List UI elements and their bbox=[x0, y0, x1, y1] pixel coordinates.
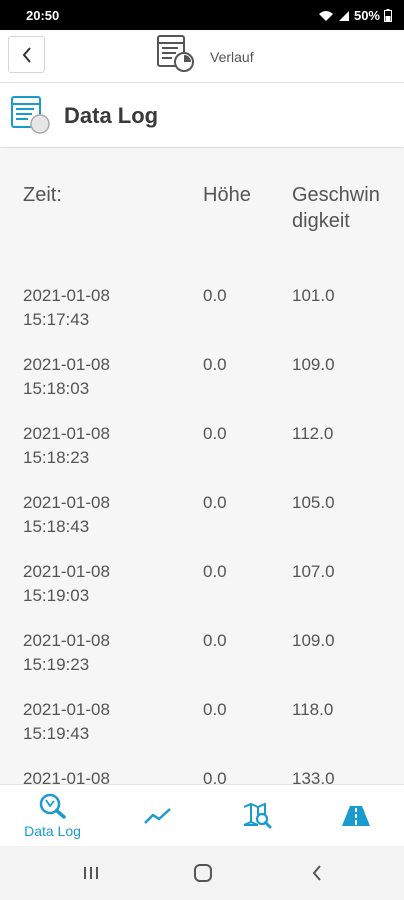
row-time: 15:18:23 bbox=[23, 448, 90, 467]
nav-item-road[interactable] bbox=[305, 785, 404, 847]
row-timestamp: 2021-01-08 15:18:43 bbox=[23, 491, 183, 539]
wifi-icon bbox=[318, 10, 333, 21]
row-timestamp: 2021-01-08 15:19:43 bbox=[23, 698, 183, 746]
row-date: 2021-01-08 bbox=[23, 631, 110, 650]
row-speed: 105.0 bbox=[292, 493, 335, 512]
row-altitude: 0.0 bbox=[203, 562, 227, 581]
row-date: 2021-01-08 bbox=[23, 355, 110, 374]
table-row: 2021-01-08 15:19:03 0.0 107.0 bbox=[0, 560, 404, 629]
data-log-search-icon bbox=[39, 793, 66, 819]
status-time: 20:50 bbox=[26, 8, 60, 23]
data-log-table[interactable]: Zeit: Höhe Geschwindigkeit 2021-01-08 15:… bbox=[0, 148, 404, 784]
page-title: Data Log bbox=[64, 103, 159, 128]
row-speed: 109.0 bbox=[292, 631, 335, 650]
row-date: 2021-01-08 bbox=[23, 424, 110, 443]
row-speed: 118.0 bbox=[292, 700, 334, 719]
table-row: 2021-01-08 15:17:43 0.0 101.0 bbox=[0, 284, 404, 353]
row-time: 15:18:03 bbox=[23, 379, 90, 398]
row-time: 15:18:43 bbox=[23, 517, 90, 536]
table-row: 2021-01-08 15:18:03 0.0 109.0 bbox=[0, 353, 404, 422]
chevron-left-icon bbox=[22, 46, 31, 63]
column-header-altitude: Höhe bbox=[203, 184, 251, 206]
nav-item-map[interactable] bbox=[206, 785, 307, 847]
home-icon bbox=[194, 864, 212, 882]
row-time: 15:19:23 bbox=[23, 655, 90, 674]
nav-item-data-log[interactable]: Data Log bbox=[2, 785, 103, 847]
row-date: 2021-01-08 bbox=[23, 562, 110, 581]
row-date: 2021-01-08 bbox=[23, 700, 110, 719]
app-bar: Verlauf bbox=[0, 30, 404, 83]
table-body: 2021-01-08 15:17:43 0.0 101.0 2021-01-08 15:1… bbox=[0, 284, 404, 784]
row-timestamp: 2021-01-08 15:17:43 bbox=[23, 284, 183, 332]
history-log-icon bbox=[157, 35, 194, 72]
nav-item-chart[interactable] bbox=[107, 785, 208, 847]
row-timestamp: 2021-01-08 15:19:23 bbox=[23, 629, 183, 677]
road-icon bbox=[341, 806, 370, 826]
row-speed: 107.0 bbox=[292, 562, 335, 581]
column-header-time: Zeit: bbox=[23, 184, 62, 206]
home-button[interactable] bbox=[183, 860, 223, 886]
row-speed: 109.0 bbox=[292, 355, 335, 374]
table-row: 2021-01-08 15:18:23 0.0 112.0 bbox=[0, 422, 404, 491]
table-header-row: Zeit: Höhe Geschwindigkeit bbox=[0, 182, 404, 272]
app-bar-title: Verlauf bbox=[210, 49, 254, 65]
row-timestamp: 2021-01-08 15:19:03 bbox=[23, 560, 183, 608]
row-date: 2021-01-08 bbox=[23, 493, 110, 512]
signal-icon bbox=[338, 10, 349, 21]
back-icon bbox=[312, 865, 321, 881]
row-altitude: 0.0 bbox=[203, 700, 227, 719]
section-header: Data Log bbox=[0, 83, 404, 147]
nav-item-data-log-label: Data Log bbox=[24, 823, 81, 839]
recent-apps-button[interactable] bbox=[71, 860, 111, 886]
row-time: 15:19:03 bbox=[23, 586, 90, 605]
recent-apps-icon bbox=[84, 867, 98, 879]
row-speed: 112.0 bbox=[292, 424, 334, 443]
row-altitude: 0.0 bbox=[203, 355, 227, 374]
row-altitude: 0.0 bbox=[203, 493, 227, 512]
system-nav-bar bbox=[0, 846, 404, 900]
row-date: 2021-01-08 bbox=[23, 286, 110, 305]
app-bar-center: Verlauf bbox=[156, 34, 254, 74]
row-timestamp: 2021-01-08 15:18:03 bbox=[23, 353, 183, 401]
row-altitude: 0.0 bbox=[203, 286, 227, 305]
row-altitude: 0.0 bbox=[203, 631, 227, 650]
row-time: 15:17:43 bbox=[23, 310, 90, 329]
status-icons: 50% bbox=[318, 8, 392, 23]
bottom-nav: Data Log bbox=[0, 784, 404, 847]
map-search-icon bbox=[243, 803, 271, 829]
back-button[interactable] bbox=[8, 36, 45, 73]
row-date: 2021-01-08 bbox=[23, 769, 110, 784]
row-timestamp: 2021-01-08 bbox=[23, 767, 183, 784]
row-speed: 133.0 bbox=[292, 769, 335, 784]
row-altitude: 0.0 bbox=[203, 769, 227, 784]
battery-percent: 50% bbox=[353, 8, 380, 23]
system-back-button[interactable] bbox=[297, 860, 337, 886]
row-time: 15:19:43 bbox=[23, 724, 90, 743]
row-speed: 101.0 bbox=[292, 286, 335, 305]
table-row: 2021-01-08 15:18:43 0.0 105.0 bbox=[0, 491, 404, 560]
status-bar: 20:50 50% bbox=[0, 0, 404, 30]
table-row: 2021-01-08 0.0 133.0 bbox=[0, 767, 404, 784]
table-row: 2021-01-08 15:19:43 0.0 118.0 bbox=[0, 698, 404, 767]
table-row: 2021-01-08 15:19:23 0.0 109.0 bbox=[0, 629, 404, 698]
column-header-speed: Geschwindigkeit bbox=[292, 184, 380, 232]
row-altitude: 0.0 bbox=[203, 424, 227, 443]
data-log-icon bbox=[11, 96, 50, 134]
row-timestamp: 2021-01-08 15:18:23 bbox=[23, 422, 183, 470]
battery-icon bbox=[384, 9, 392, 22]
chart-line-icon bbox=[143, 808, 171, 824]
